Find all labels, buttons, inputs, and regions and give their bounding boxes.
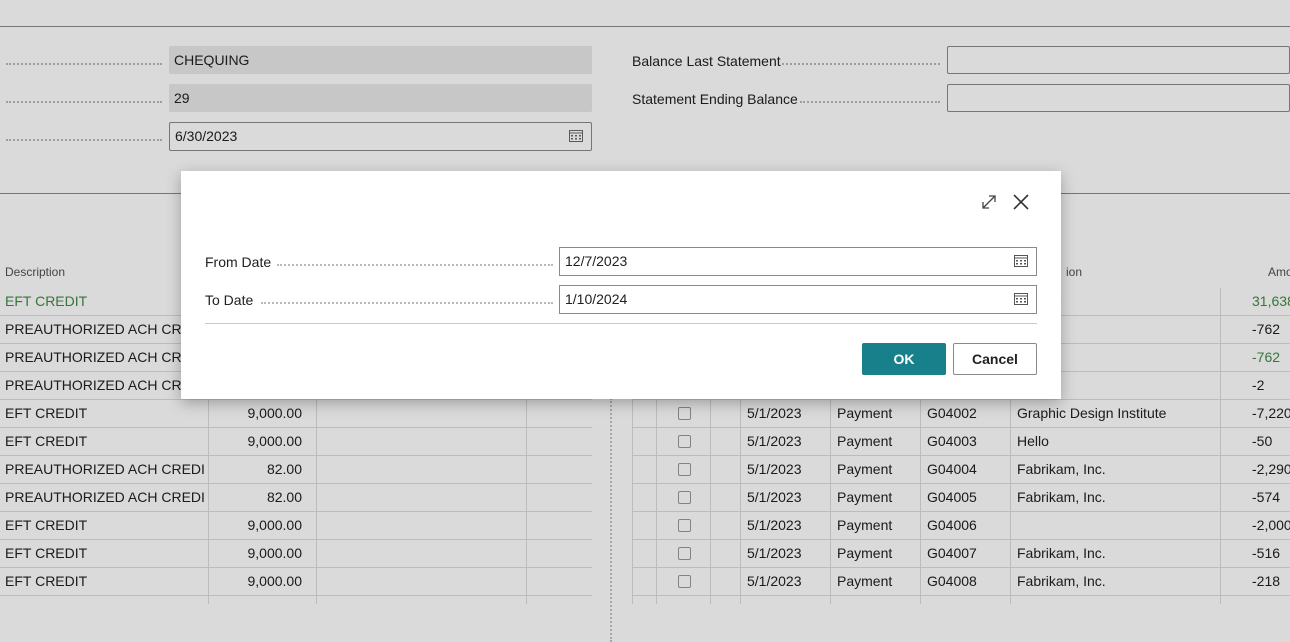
calendar-icon[interactable] xyxy=(1014,254,1028,267)
calendar-icon[interactable] xyxy=(1014,292,1028,305)
field-leader xyxy=(277,264,553,266)
from-date-value: 12/7/2023 xyxy=(565,253,628,269)
field-leader xyxy=(261,302,553,304)
dialog-divider xyxy=(205,323,1037,324)
date-range-dialog: From Date 12/7/2023 To Date 1/10/2024 OK… xyxy=(181,171,1061,399)
to-date-value: 1/10/2024 xyxy=(565,291,628,307)
close-icon[interactable] xyxy=(1012,193,1030,211)
to-date-input[interactable]: 1/10/2024 xyxy=(559,285,1037,314)
cancel-button[interactable]: Cancel xyxy=(953,343,1037,375)
from-date-label: From Date xyxy=(205,254,272,270)
to-date-label: To Date xyxy=(205,292,254,308)
ok-button[interactable]: OK xyxy=(862,343,946,375)
expand-icon[interactable] xyxy=(981,194,997,210)
from-date-input[interactable]: 12/7/2023 xyxy=(559,247,1037,276)
